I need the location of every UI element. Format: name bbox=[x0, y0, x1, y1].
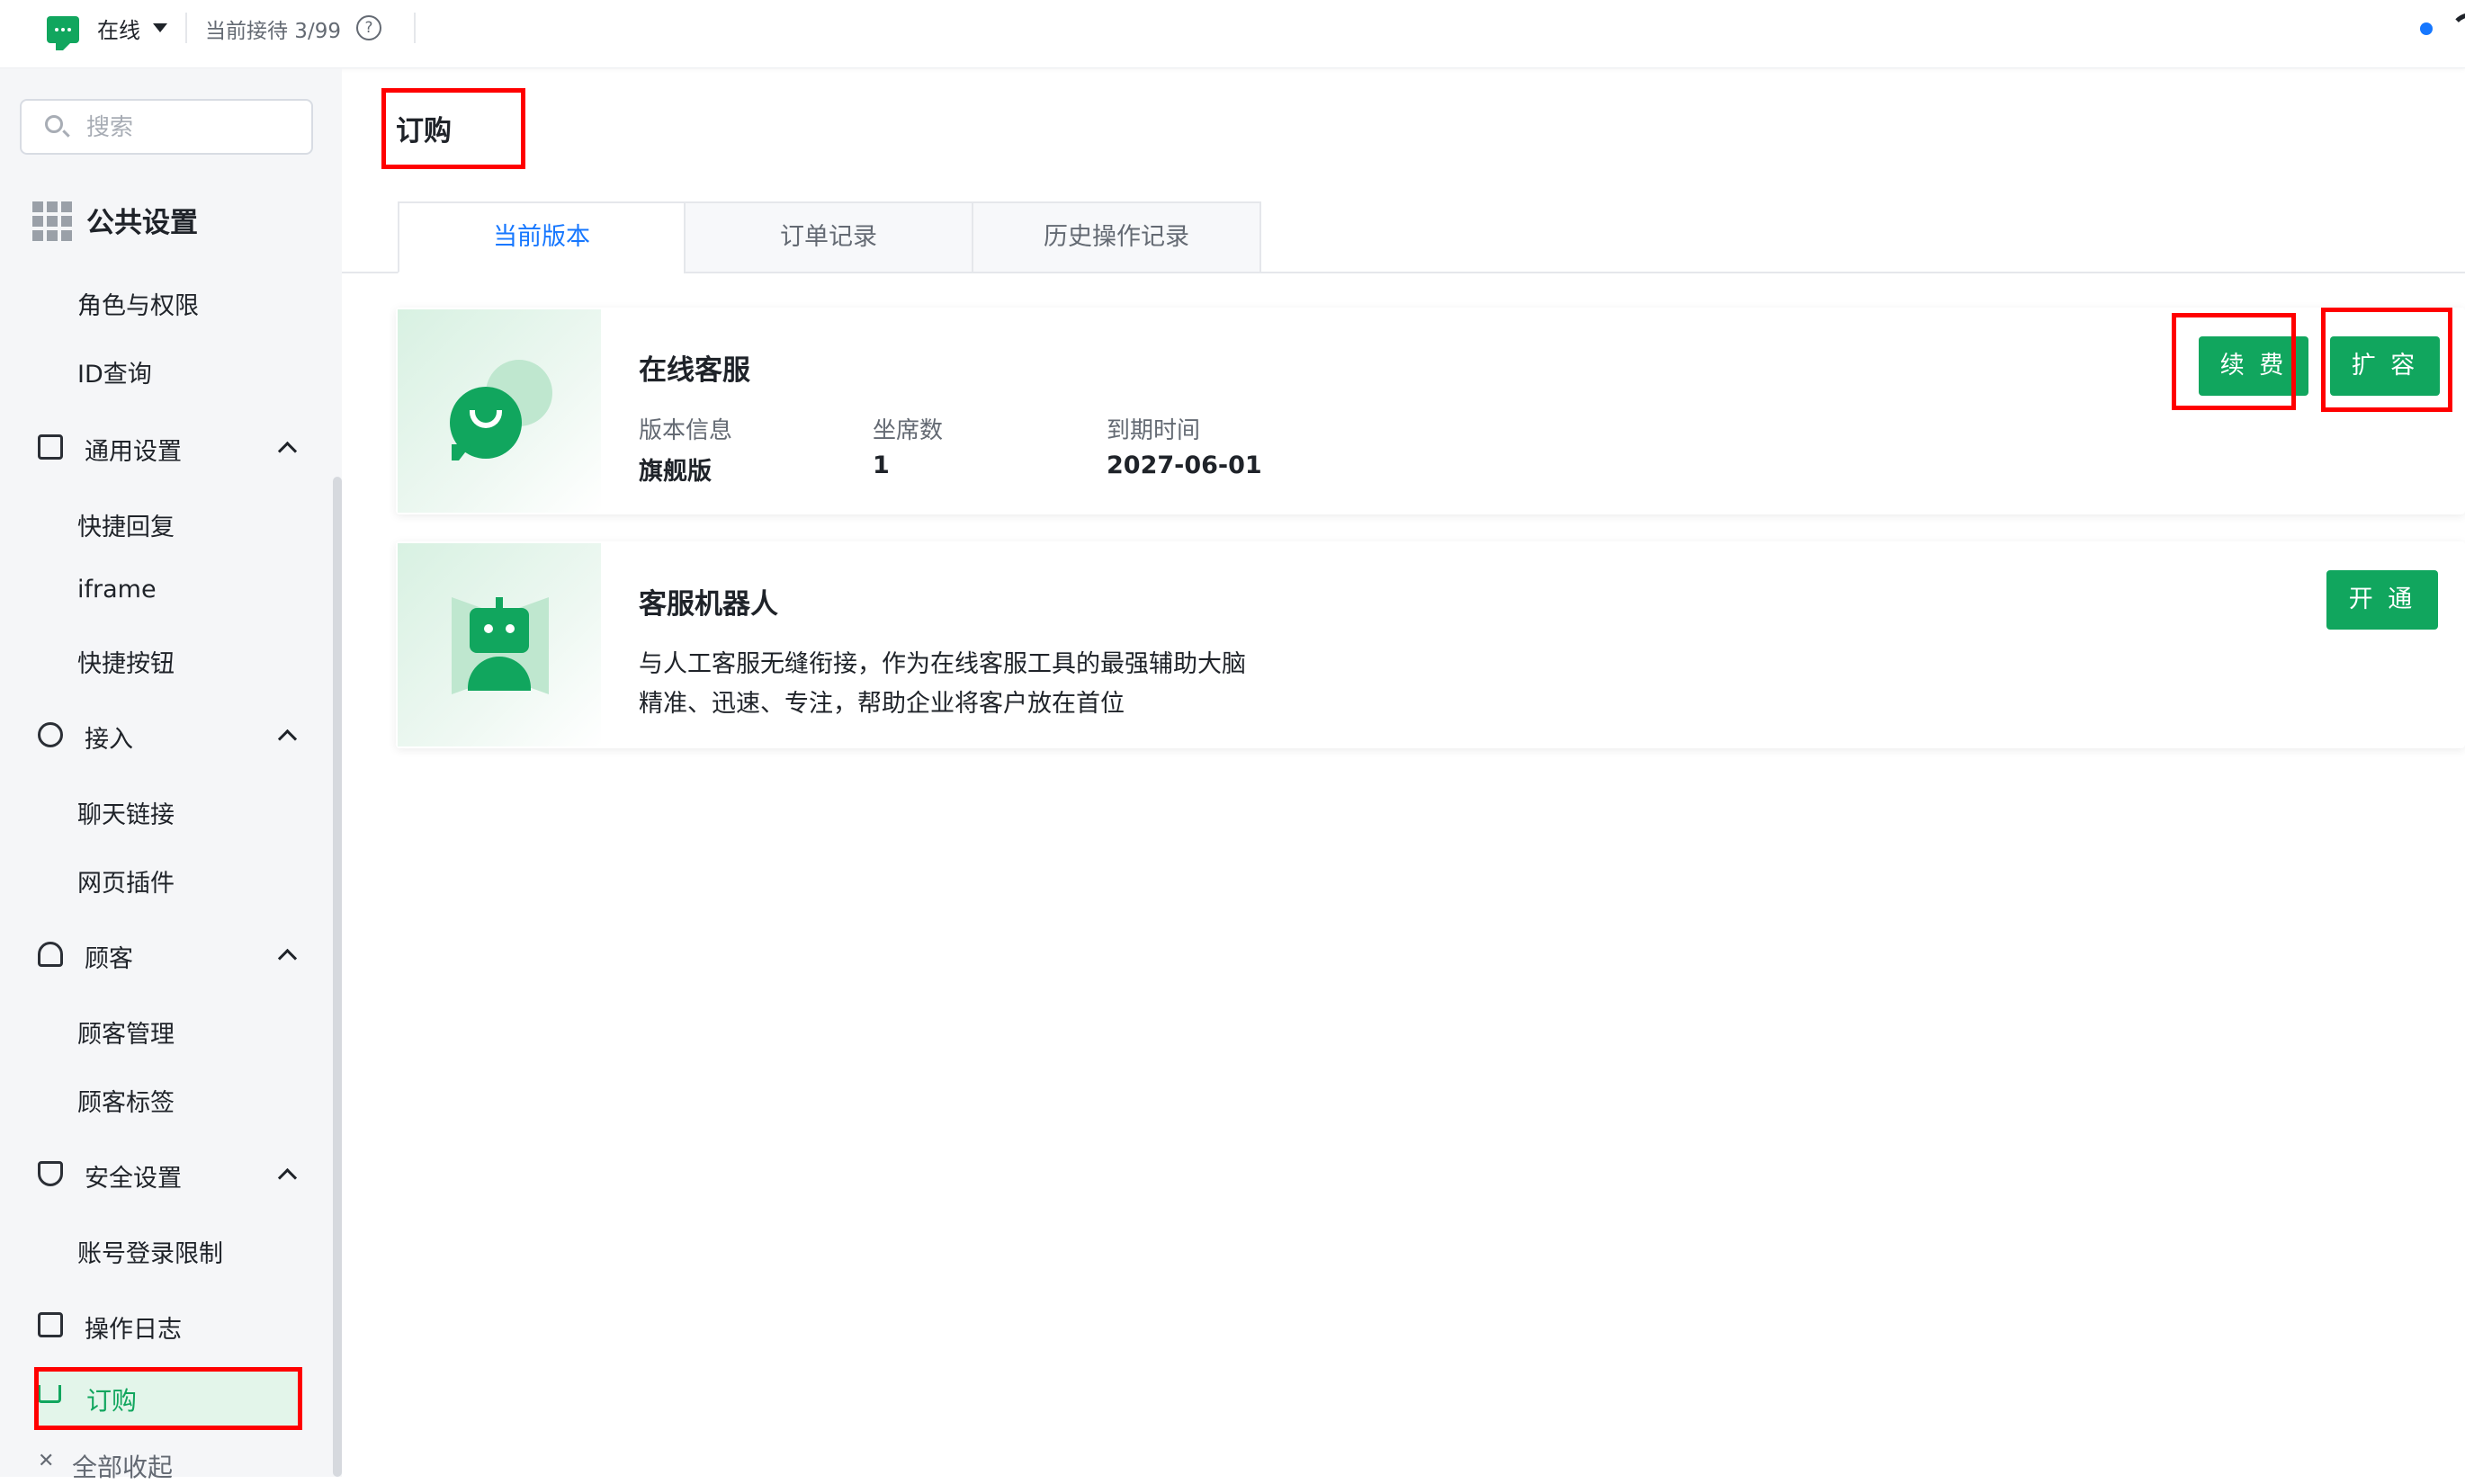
divider bbox=[414, 13, 416, 43]
product-desc: 精准、迅速、专注，帮助企业将客户放在首位 bbox=[639, 690, 1125, 718]
sidebar-item-customer-tags[interactable]: 顾客标签 bbox=[77, 1083, 175, 1118]
collapse-all-button[interactable]: 全部收起 bbox=[72, 1448, 173, 1484]
status-label[interactable]: 在线 bbox=[97, 13, 140, 44]
sidebar-group-security[interactable]: 安全设置 bbox=[85, 1158, 182, 1193]
annotation-box bbox=[2321, 308, 2452, 412]
search-placeholder: 搜索 bbox=[86, 114, 134, 141]
product-title: 在线客服 bbox=[639, 354, 750, 387]
tab-current-version[interactable]: 当前版本 bbox=[398, 201, 686, 273]
sidebar-group-customer[interactable]: 顾客 bbox=[85, 939, 133, 974]
apps-grid-icon bbox=[32, 201, 72, 241]
access-icon bbox=[38, 722, 63, 747]
status-dropdown-icon[interactable] bbox=[153, 23, 167, 32]
annotation-box bbox=[2172, 313, 2296, 410]
tab-order-records[interactable]: 订单记录 bbox=[684, 201, 973, 273]
product-title: 客服机器人 bbox=[639, 588, 778, 621]
sidebar-item-op-log[interactable]: 操作日志 bbox=[85, 1310, 182, 1345]
shield-icon bbox=[38, 1161, 63, 1186]
expire-value: 2027-06-01 bbox=[1107, 451, 1262, 479]
sidebar-item-quick-button[interactable]: 快捷按钮 bbox=[77, 644, 175, 679]
annotation-box bbox=[34, 1367, 302, 1430]
help-icon[interactable]: ? bbox=[356, 15, 381, 40]
tab-history-records[interactable]: 历史操作记录 bbox=[972, 201, 1261, 273]
reception-count: 当前接待 3/99 bbox=[205, 20, 341, 43]
seats-value: 1 bbox=[873, 451, 890, 479]
sidebar-item-chat-link[interactable]: 聊天链接 bbox=[77, 795, 175, 830]
sidebar-item-quick-reply[interactable]: 快捷回复 bbox=[77, 507, 175, 542]
version-value: 旗舰版 bbox=[639, 458, 712, 486]
sidebar-item-web-plugin[interactable]: 网页插件 bbox=[77, 863, 175, 898]
annotation-box bbox=[381, 88, 525, 169]
sidebar-item-id-query[interactable]: ID查询 bbox=[77, 354, 152, 389]
section-title-public-settings: 公共设置 bbox=[86, 207, 198, 239]
expire-label: 到期时间 bbox=[1107, 417, 1201, 444]
search-input[interactable] bbox=[20, 99, 313, 155]
divider bbox=[185, 13, 187, 43]
search-icon bbox=[45, 115, 63, 133]
sidebar-item-iframe[interactable]: iframe bbox=[77, 576, 157, 603]
sidebar-scrollbar[interactable] bbox=[333, 477, 342, 1477]
sidebar-group-general[interactable]: 通用设置 bbox=[85, 432, 182, 467]
notification-dot-icon bbox=[2420, 22, 2433, 35]
sidebar-group-access[interactable]: 接入 bbox=[85, 720, 133, 755]
product-desc: 与人工客服无缝衔接，作为在线客服工具的最强辅助大脑 bbox=[639, 650, 1246, 678]
collapse-icon[interactable]: ✕ bbox=[38, 1450, 54, 1472]
sidebar-item-customer-mgmt[interactable]: 顾客管理 bbox=[77, 1015, 175, 1050]
sidebar-item-login-limit[interactable]: 账号登录限制 bbox=[77, 1234, 223, 1269]
robot-head-icon bbox=[470, 608, 529, 653]
sidebar-item-roles[interactable]: 角色与权限 bbox=[77, 286, 199, 321]
activate-button[interactable]: 开 通 bbox=[2326, 570, 2438, 630]
chat-logo-icon bbox=[47, 16, 79, 50]
customer-icon bbox=[38, 942, 63, 967]
seats-label: 坐席数 bbox=[873, 417, 944, 444]
log-icon bbox=[38, 1312, 63, 1337]
version-label: 版本信息 bbox=[639, 417, 733, 444]
general-settings-icon bbox=[38, 434, 63, 460]
chat-bubble-tail bbox=[452, 444, 471, 460]
